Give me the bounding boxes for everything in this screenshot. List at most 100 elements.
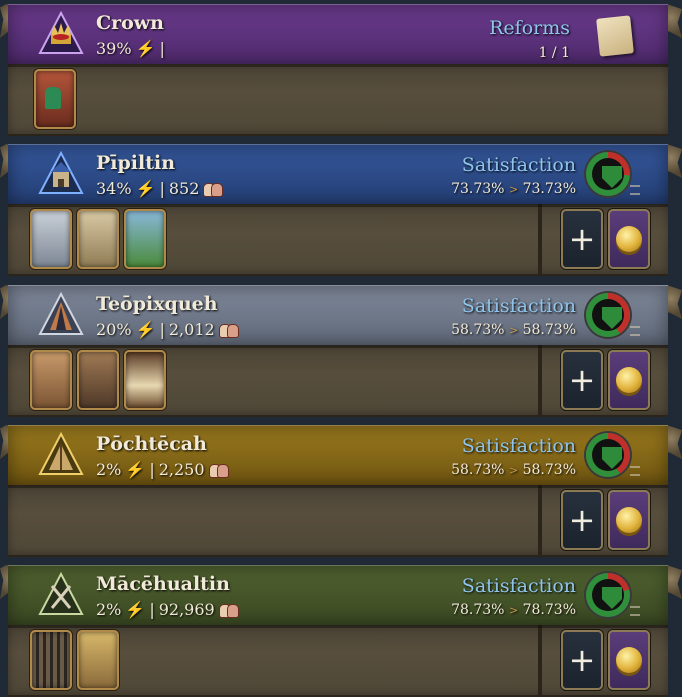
satisfaction-values: 73.73% > 73.73% bbox=[451, 181, 576, 197]
satisfaction-gauge[interactable] bbox=[586, 293, 630, 337]
lightning-icon: ⚡ bbox=[125, 600, 146, 619]
estate-stats: 2% ⚡ | 2,250 bbox=[96, 460, 229, 479]
population-icon bbox=[218, 603, 239, 618]
satisfaction-values: 58.73% > 58.73% bbox=[451, 462, 576, 478]
add-privilege-button[interactable]: + bbox=[561, 490, 603, 550]
satisfaction-gauge[interactable] bbox=[586, 573, 630, 617]
estate-pochtecah: Pōchtēcah 2% ⚡ | 2,250 Satisfaction 58.7… bbox=[0, 425, 682, 559]
lightning-icon: ⚡ bbox=[135, 320, 156, 339]
satisfaction-current: 58.73% bbox=[451, 322, 505, 338]
coin-icon bbox=[616, 647, 642, 673]
population-icon bbox=[208, 463, 229, 478]
privilege-card[interactable] bbox=[124, 209, 166, 269]
satisfaction-values: 58.73% > 58.73% bbox=[451, 322, 576, 338]
gold-button[interactable] bbox=[608, 630, 650, 690]
gauge-center bbox=[592, 579, 624, 611]
satisfaction-label: Satisfaction bbox=[461, 295, 576, 317]
gold-button[interactable] bbox=[608, 209, 650, 269]
estate-stats: 20% ⚡ | 2,012 bbox=[96, 320, 239, 339]
estate-title: Mācēhualtin bbox=[96, 573, 230, 595]
satisfaction-current: 78.73% bbox=[451, 602, 505, 618]
tools-icon bbox=[38, 571, 84, 618]
privilege-card[interactable] bbox=[77, 630, 119, 690]
privilege-card[interactable] bbox=[30, 350, 72, 410]
estate-header[interactable]: Crown 39% ⚡ | Reforms 1 / 1 bbox=[8, 4, 668, 67]
divider bbox=[538, 345, 542, 415]
satisfaction-label: Satisfaction bbox=[461, 575, 576, 597]
arrow-right-icon: > bbox=[508, 464, 519, 477]
privilege-card[interactable] bbox=[77, 209, 119, 269]
population-value: 2,250 bbox=[158, 460, 205, 479]
estate-header[interactable]: Mācēhualtin 2% ⚡ | 92,969 Satisfaction 7… bbox=[8, 565, 668, 628]
arrow-right-icon: > bbox=[508, 324, 519, 337]
arrow-right-icon: > bbox=[508, 183, 519, 196]
satisfaction-target: 78.73% bbox=[522, 602, 576, 618]
separator: | bbox=[159, 320, 165, 339]
add-privilege-button[interactable]: + bbox=[561, 630, 603, 690]
estate-title: Crown bbox=[96, 12, 164, 34]
satisfaction-label: Satisfaction bbox=[461, 154, 576, 176]
tent-icon bbox=[38, 431, 84, 478]
influence-value: 2% bbox=[96, 600, 122, 619]
population-value: 92,969 bbox=[158, 600, 215, 619]
separator: | bbox=[149, 460, 155, 479]
gauge-center bbox=[592, 299, 624, 331]
reforms-count: 1 / 1 bbox=[538, 45, 570, 61]
plus-icon: + bbox=[568, 361, 596, 399]
influence-value: 34% bbox=[96, 179, 132, 198]
estate-title: Pōchtēcah bbox=[96, 433, 207, 455]
privilege-card[interactable] bbox=[30, 209, 72, 269]
shield-icon bbox=[602, 587, 622, 609]
satisfaction-values: 78.73% > 78.73% bbox=[451, 602, 576, 618]
shield-icon bbox=[602, 166, 622, 188]
satisfaction-current: 58.73% bbox=[451, 462, 505, 478]
gauge-center bbox=[592, 439, 624, 471]
estate-macehualtin: Mācēhualtin 2% ⚡ | 92,969 Satisfaction 7… bbox=[0, 565, 682, 697]
estate-header[interactable]: Pōchtēcah 2% ⚡ | 2,250 Satisfaction 58.7… bbox=[8, 425, 668, 488]
estate-body: + bbox=[8, 625, 668, 697]
equals-icon bbox=[630, 185, 640, 195]
privilege-card[interactable] bbox=[77, 350, 119, 410]
estate-header[interactable]: Teōpixqueh 20% ⚡ | 2,012 Satisfaction 58… bbox=[8, 285, 668, 348]
estate-body bbox=[8, 64, 668, 136]
satisfaction-gauge[interactable] bbox=[586, 152, 630, 196]
estate-stats: 39% ⚡ | bbox=[96, 39, 165, 58]
divider bbox=[538, 625, 542, 695]
estate-body: + bbox=[8, 204, 668, 276]
equals-icon bbox=[630, 606, 640, 616]
add-privilege-button[interactable]: + bbox=[561, 209, 603, 269]
influence-value: 20% bbox=[96, 320, 132, 339]
coin-icon bbox=[616, 367, 642, 393]
reforms-label[interactable]: Reforms bbox=[489, 17, 570, 39]
lightning-icon: ⚡ bbox=[135, 39, 156, 58]
gauge-center bbox=[592, 158, 624, 190]
estate-stats: 34% ⚡ | 852 bbox=[96, 179, 224, 198]
separator: | bbox=[149, 600, 155, 619]
plus-icon: + bbox=[568, 641, 596, 679]
estate-crown: Crown 39% ⚡ | Reforms 1 / 1 bbox=[0, 0, 682, 137]
add-privilege-button[interactable]: + bbox=[561, 350, 603, 410]
privilege-card[interactable] bbox=[124, 350, 166, 410]
plus-icon: + bbox=[568, 501, 596, 539]
divider bbox=[538, 485, 542, 555]
population-icon bbox=[203, 182, 224, 197]
estate-header[interactable]: Pīpiltin 34% ⚡ | 852 Satisfaction 73.73%… bbox=[8, 144, 668, 207]
estate-body: + bbox=[8, 345, 668, 417]
scroll-icon[interactable] bbox=[596, 15, 634, 57]
shield-icon bbox=[602, 307, 622, 329]
gold-button[interactable] bbox=[608, 490, 650, 550]
equals-icon bbox=[630, 326, 640, 336]
shield-icon bbox=[602, 447, 622, 469]
divider bbox=[538, 204, 542, 274]
reform-card[interactable] bbox=[34, 69, 76, 129]
population-value: 852 bbox=[168, 179, 200, 198]
lightning-icon: ⚡ bbox=[125, 460, 146, 479]
separator: | bbox=[159, 179, 165, 198]
estate-body: + bbox=[8, 485, 668, 557]
satisfaction-gauge[interactable] bbox=[586, 433, 630, 477]
influence-value: 39% bbox=[96, 39, 132, 58]
gold-button[interactable] bbox=[608, 350, 650, 410]
estate-title: Teōpixqueh bbox=[96, 293, 218, 315]
privilege-card[interactable] bbox=[30, 630, 72, 690]
coin-icon bbox=[616, 226, 642, 252]
